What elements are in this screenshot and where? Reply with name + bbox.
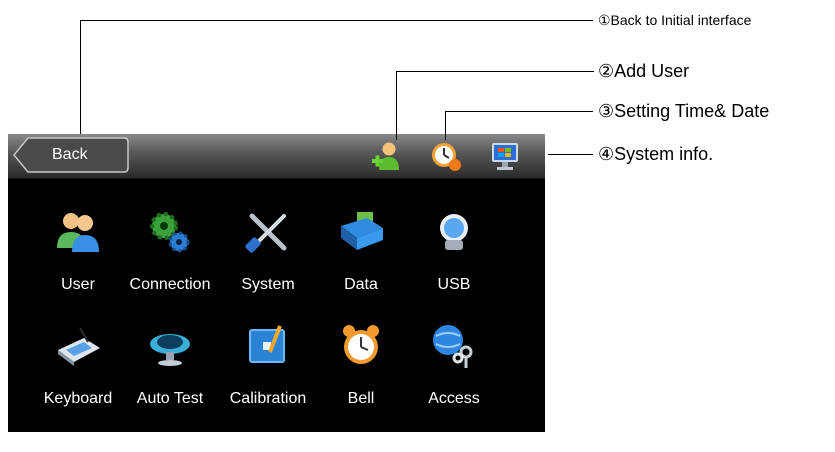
- menu-label: Bell: [347, 390, 375, 407]
- callout-line-back: [80, 20, 81, 134]
- menu-label: Data: [344, 276, 378, 293]
- menu-label: Connection: [129, 276, 211, 293]
- callout-line-time: [445, 111, 446, 140]
- alarm-clock-icon: [343, 325, 379, 364]
- keyboard-icon: [58, 327, 100, 366]
- menu-label: USB: [437, 276, 471, 293]
- callout-line-system-info: [548, 154, 593, 155]
- back-label: Back: [52, 146, 88, 163]
- menu-item-usb[interactable]: USB: [404, 208, 504, 338]
- menu-item-keyboard[interactable]: Keyboard: [28, 322, 128, 452]
- time-date-icon[interactable]: [430, 140, 462, 172]
- callout-line-time-h: [445, 111, 593, 112]
- callout-add-user: ②Add User: [598, 61, 690, 81]
- callout-system-info: ④System info.: [598, 144, 714, 164]
- calibration-icon: [249, 325, 285, 363]
- menu-label: User: [61, 276, 95, 293]
- menu-label: Keyboard: [43, 390, 113, 407]
- menu-item-system[interactable]: System: [218, 208, 318, 338]
- database-folder-icon: [341, 212, 383, 250]
- globe-keys-icon: [433, 325, 473, 368]
- callout-line-add-user-h: [396, 71, 594, 72]
- menu-label: Auto Test: [136, 390, 204, 407]
- menu-label: System: [241, 276, 295, 293]
- gears-icon: [150, 212, 190, 253]
- users-icon: [57, 213, 99, 252]
- add-user-icon[interactable]: [371, 140, 403, 172]
- callout-line-back-h: [80, 20, 593, 21]
- menu-item-bell[interactable]: Bell: [311, 322, 411, 452]
- callout-back: ①Back to Initial interface: [598, 12, 752, 28]
- menu-label: Calibration: [229, 390, 307, 407]
- menu-item-user[interactable]: User: [28, 208, 128, 338]
- system-info-icon[interactable]: [489, 140, 521, 172]
- back-button[interactable]: Back: [12, 136, 130, 174]
- menu-item-connection[interactable]: Connection: [120, 208, 220, 338]
- usb-drive-icon: [440, 214, 468, 250]
- menu-item-access[interactable]: Access: [404, 322, 504, 452]
- tools-icon: [245, 213, 287, 253]
- menu-label: Access: [428, 390, 480, 407]
- menu-item-auto-test[interactable]: Auto Test: [120, 322, 220, 452]
- callout-line-add-user: [396, 71, 397, 140]
- menu-item-calibration[interactable]: Calibration: [218, 322, 318, 452]
- menu-item-data[interactable]: Data: [311, 208, 411, 338]
- auto-test-icon: [150, 334, 190, 366]
- callout-time-date: ③Setting Time& Date: [598, 101, 770, 121]
